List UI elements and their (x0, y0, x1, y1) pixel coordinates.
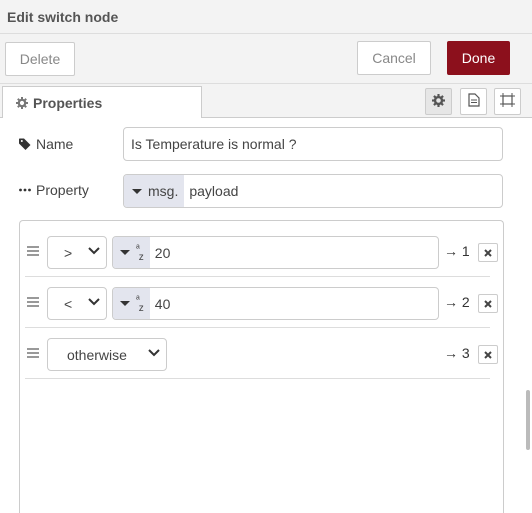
rule-value-input[interactable]: ᵃ z 20 (112, 236, 439, 269)
tab-properties[interactable]: Properties (2, 86, 202, 119)
chevron-down-icon (148, 349, 160, 357)
operator-select[interactable]: > (47, 236, 107, 269)
name-input[interactable]: Is Temperature is normal ? (123, 127, 503, 161)
tag-icon (19, 138, 31, 150)
scrollbar[interactable] (526, 390, 530, 450)
string-type-icon: ᵃ z (136, 293, 144, 314)
tab-label: Properties (33, 94, 103, 111)
gear-icon (16, 96, 28, 109)
value-type-selector[interactable]: ᵃ z (113, 288, 150, 319)
remove-rule-button[interactable] (478, 294, 498, 313)
node-appearance-button[interactable] (494, 88, 521, 115)
remove-rule-button[interactable] (478, 345, 498, 364)
output-port-label: → 3 (444, 345, 470, 361)
dialog-titlebar: Edit switch node (0, 0, 532, 34)
name-label: Name (19, 136, 73, 152)
operator-select[interactable]: < (47, 287, 107, 320)
delete-button[interactable]: Delete (5, 42, 75, 76)
drag-handle-icon[interactable] (27, 348, 39, 358)
string-type-icon: ᵃ z (136, 242, 144, 263)
drag-handle-icon[interactable] (27, 297, 39, 307)
operator-select[interactable]: otherwise (47, 338, 167, 371)
caret-down-icon (120, 301, 130, 306)
close-icon (484, 248, 492, 257)
remove-rule-button[interactable] (478, 243, 498, 262)
caret-down-icon (120, 250, 130, 255)
frame-icon (500, 93, 515, 110)
property-value: payload (189, 183, 239, 199)
node-properties-button[interactable] (425, 88, 452, 115)
value-type-selector[interactable]: ᵃ z (113, 237, 150, 268)
gear-icon (432, 93, 445, 110)
property-label: Property (19, 182, 89, 198)
rule-row: < ᵃ z 40 → 2 (25, 278, 498, 328)
rule-value-input[interactable]: ᵃ z 40 (112, 287, 439, 320)
rule-row: > ᵃ z 20 → 1 (25, 227, 498, 277)
rule-row: otherwise → 3 (25, 329, 498, 379)
tab-bar: Properties (0, 84, 532, 119)
cancel-button[interactable]: Cancel (357, 41, 431, 75)
dialog-title: Edit switch node (7, 9, 119, 25)
node-description-button[interactable] (460, 88, 487, 115)
close-icon (484, 299, 492, 308)
output-port-label: → 2 (444, 294, 470, 310)
chevron-down-icon (88, 247, 100, 255)
chevron-down-icon (88, 298, 100, 306)
rules-list: > ᵃ z 20 → 1 < ᵃ z 40 → 2 otherwise → 3 (19, 220, 504, 513)
property-input[interactable]: msg. payload (123, 174, 503, 208)
done-button[interactable]: Done (447, 41, 510, 75)
output-port-label: → 1 (444, 243, 470, 259)
drag-handle-icon[interactable] (27, 246, 39, 256)
close-icon (484, 350, 492, 359)
property-type-selector[interactable]: msg. (124, 175, 185, 207)
dialog-actions: Delete Cancel Done (0, 34, 532, 84)
ellipsis-icon (19, 188, 31, 192)
document-icon (467, 93, 480, 110)
caret-down-icon (132, 188, 142, 194)
